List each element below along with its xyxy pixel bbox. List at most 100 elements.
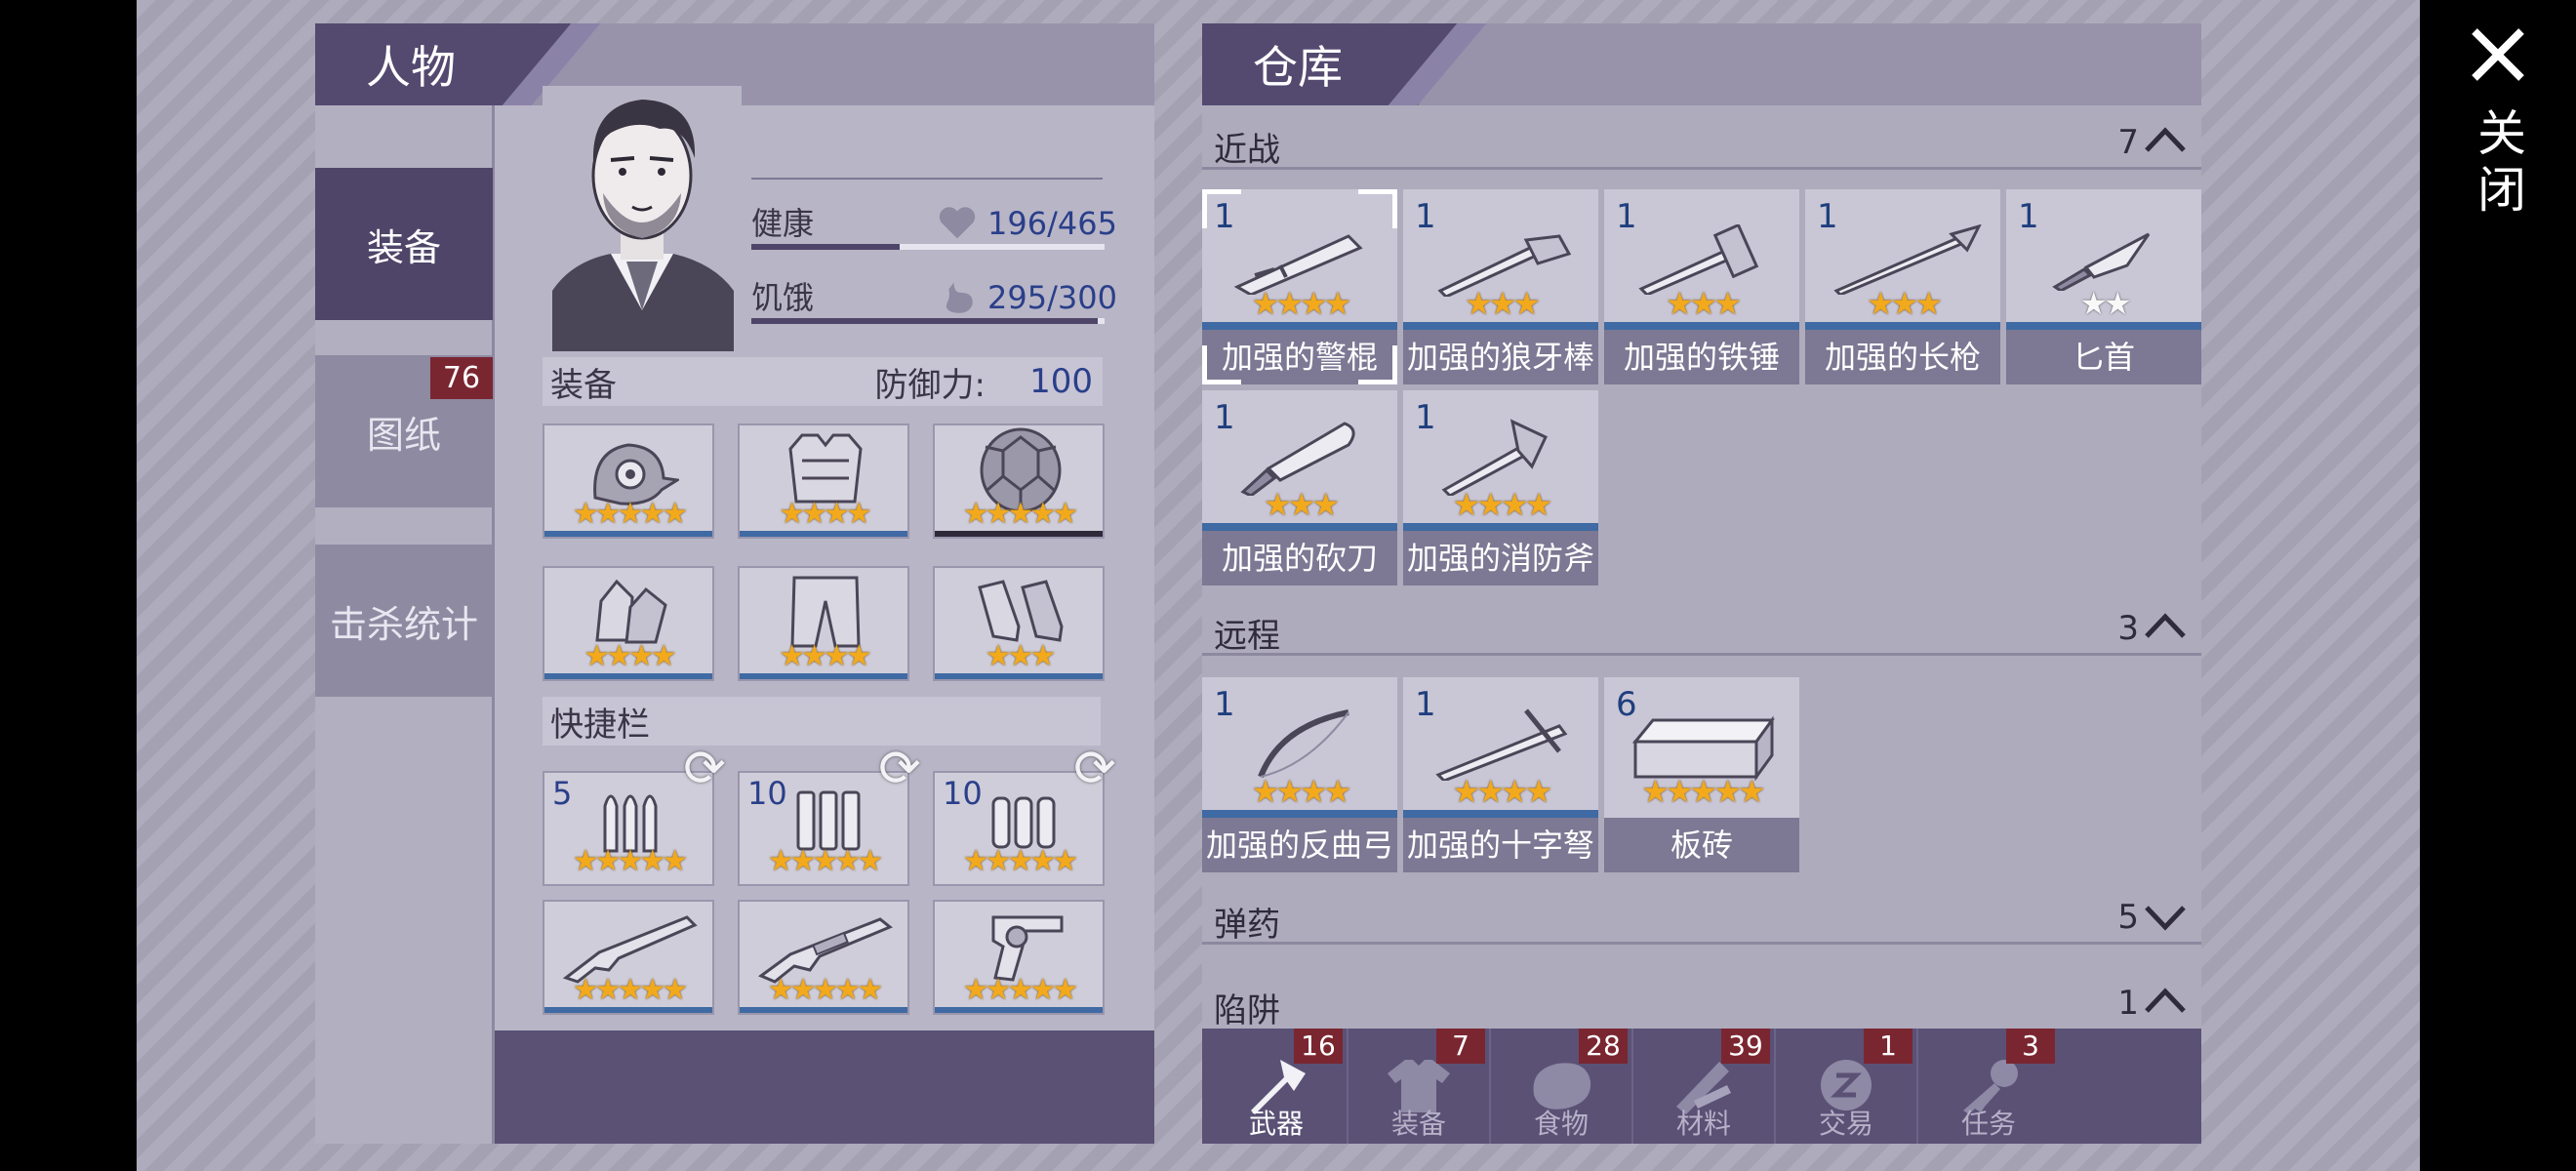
- tab-quests[interactable]: 3 任务: [1918, 1029, 2059, 1144]
- tab-materials[interactable]: 39 材料: [1633, 1029, 1774, 1144]
- item-name: 加强的反曲弓: [1202, 818, 1397, 872]
- item-stars: ★★: [2079, 285, 2131, 322]
- item-stars: ★★★★: [1452, 773, 1553, 810]
- chevron-up-icon[interactable]: [2141, 978, 2190, 1027]
- slot-bar: [935, 531, 1103, 537]
- tab-weapons[interactable]: 16 武器: [1206, 1029, 1347, 1144]
- item-card-spiked-club[interactable]: 1 ★★★ 加强的狼牙棒: [1403, 189, 1598, 384]
- item-card-machete[interactable]: 1 ★★★ 加强的砍刀: [1202, 390, 1397, 586]
- item-card-fire-axe[interactable]: 1 ★★★★ 加强的消防斧: [1403, 390, 1598, 586]
- tab-count-badge: 39: [1721, 1029, 1770, 1064]
- fire-axe-icon: [1441, 419, 1548, 496]
- category-ammo-header[interactable]: 弹药 5: [1202, 890, 2201, 945]
- item-qty: 1: [1415, 398, 1436, 437]
- category-count: 7: [2117, 123, 2139, 162]
- item-bar: [1403, 523, 1598, 531]
- refresh-icon[interactable]: ⟳: [1066, 740, 1124, 798]
- shells-icon: [991, 796, 1056, 849]
- chevron-up-icon[interactable]: [2141, 117, 2190, 166]
- gloves-icon: [595, 579, 667, 644]
- equip-slot-head[interactable]: ★★★★★: [543, 424, 714, 539]
- item-bar: [1202, 810, 1397, 818]
- item-stars: ★★★★: [1251, 285, 1352, 322]
- equip-slot-stars: ★★★★★: [572, 497, 688, 531]
- item-name: 加强的十字弩: [1403, 818, 1598, 872]
- quick-slot[interactable]: ★★★★★: [738, 900, 909, 1015]
- bow-icon: [1258, 709, 1349, 779]
- refresh-icon[interactable]: ⟳: [675, 740, 734, 798]
- item-stars: ★★★★: [1251, 773, 1352, 810]
- dagger-icon: [2052, 232, 2151, 291]
- tab-count-badge: 3: [2006, 1029, 2055, 1064]
- item-name: 加强的砍刀: [1202, 531, 1397, 586]
- pants-icon: [790, 576, 861, 648]
- slot-bar: [935, 1007, 1103, 1013]
- quick-slot[interactable]: ★★★★★: [543, 900, 714, 1015]
- quick-slot-stars: ★★★★★: [572, 973, 688, 1007]
- category-count: 5: [2117, 898, 2139, 937]
- tab-label: 装备: [1390, 1108, 1446, 1140]
- health-bar: [751, 244, 1105, 250]
- equip-slot-legs[interactable]: ★★★★: [738, 566, 909, 681]
- equip-slot-feet[interactable]: ★★★: [933, 566, 1105, 681]
- selection-corner: [1202, 189, 1241, 228]
- category-traps-header[interactable]: 陷阱 1: [1202, 976, 2201, 1030]
- slot-bar: [740, 673, 907, 679]
- nav-item-equipment[interactable]: 装备: [315, 168, 493, 320]
- equipment-label: 装备: [550, 365, 617, 405]
- bullets-icon: [603, 794, 658, 853]
- item-stars: ★★★★: [1452, 486, 1553, 523]
- close-button-label[interactable]: 关闭: [2465, 107, 2533, 221]
- character-panel-footer: [495, 1030, 1154, 1144]
- item-name: 加强的铁锤: [1604, 330, 1799, 384]
- tab-label: 材料: [1675, 1108, 1731, 1140]
- item-name: 匕首: [2006, 330, 2201, 384]
- item-name: 加强的长枪: [1805, 330, 2000, 384]
- quick-slot[interactable]: ★★★★★: [933, 900, 1105, 1015]
- item-card-brick[interactable]: 6 ★★★★★ 板砖: [1604, 677, 1799, 872]
- selection-corner: [1358, 345, 1397, 384]
- nav-item-kill-stats[interactable]: 击杀统计: [315, 545, 493, 697]
- item-name: 板砖: [1604, 818, 1799, 872]
- item-card-hammer[interactable]: 1 ★★★ 加强的铁锤: [1604, 189, 1799, 384]
- chevron-down-icon[interactable]: [2141, 892, 2190, 941]
- item-card-bow[interactable]: 1 ★★★★ 加强的反曲弓: [1202, 677, 1397, 872]
- slot-bar: [544, 1007, 712, 1013]
- item-stars: ★★★: [1464, 285, 1541, 322]
- health-value: 196/465: [987, 205, 1117, 242]
- item-bar: [1403, 322, 1598, 330]
- chevron-up-icon[interactable]: [2141, 603, 2190, 652]
- item-bar: [1805, 322, 2000, 330]
- tab-count-badge: 16: [1294, 1029, 1343, 1064]
- item-card-crossbow[interactable]: 1 ★★★★ 加强的十字弩: [1403, 677, 1598, 872]
- tab-equipment[interactable]: 7 装备: [1348, 1029, 1489, 1144]
- item-card-baton[interactable]: 1 ★★★★ 加强的警棍: [1202, 189, 1397, 384]
- category-ranged-header[interactable]: 远程 3: [1202, 601, 2201, 656]
- equip-slot-hands[interactable]: ★★★★: [543, 566, 714, 681]
- tab-trade[interactable]: 1 交易: [1776, 1029, 1916, 1144]
- item-bar: [1604, 322, 1799, 330]
- stomach-icon: [946, 282, 973, 313]
- equip-slot-back[interactable]: ★★★★★: [933, 424, 1105, 539]
- equip-slot-stars: ★★★★: [779, 639, 872, 673]
- blueprints-badge: 76: [430, 357, 493, 399]
- tab-label: 食物: [1533, 1108, 1589, 1140]
- quick-slot-stars: ★★★★★: [572, 844, 688, 878]
- category-melee-header[interactable]: 近战 7: [1202, 115, 2201, 170]
- item-card-spear[interactable]: 1 ★★★ 加强的长枪: [1805, 189, 2000, 384]
- hunger-bar-fill: [751, 318, 1098, 324]
- item-stars: ★★★: [1866, 285, 1943, 322]
- equip-slot-body[interactable]: ★★★★: [738, 424, 909, 539]
- quickbar-label: 快捷栏: [550, 705, 650, 745]
- equip-slot-stars: ★★★★★: [962, 497, 1078, 531]
- category-name: 陷阱: [1214, 991, 1280, 1030]
- machete-icon: [1240, 422, 1355, 496]
- refresh-icon[interactable]: ⟳: [870, 740, 929, 798]
- slot-bar: [544, 531, 712, 537]
- close-icon[interactable]: [2467, 23, 2529, 86]
- hunger-value: 295/300: [987, 279, 1117, 316]
- quick-slot-qty: 10: [747, 775, 787, 812]
- tab-food[interactable]: 28 食物: [1491, 1029, 1631, 1144]
- item-card-dagger[interactable]: 1 ★★ 匕首: [2006, 189, 2201, 384]
- category-count: 1: [2117, 984, 2139, 1023]
